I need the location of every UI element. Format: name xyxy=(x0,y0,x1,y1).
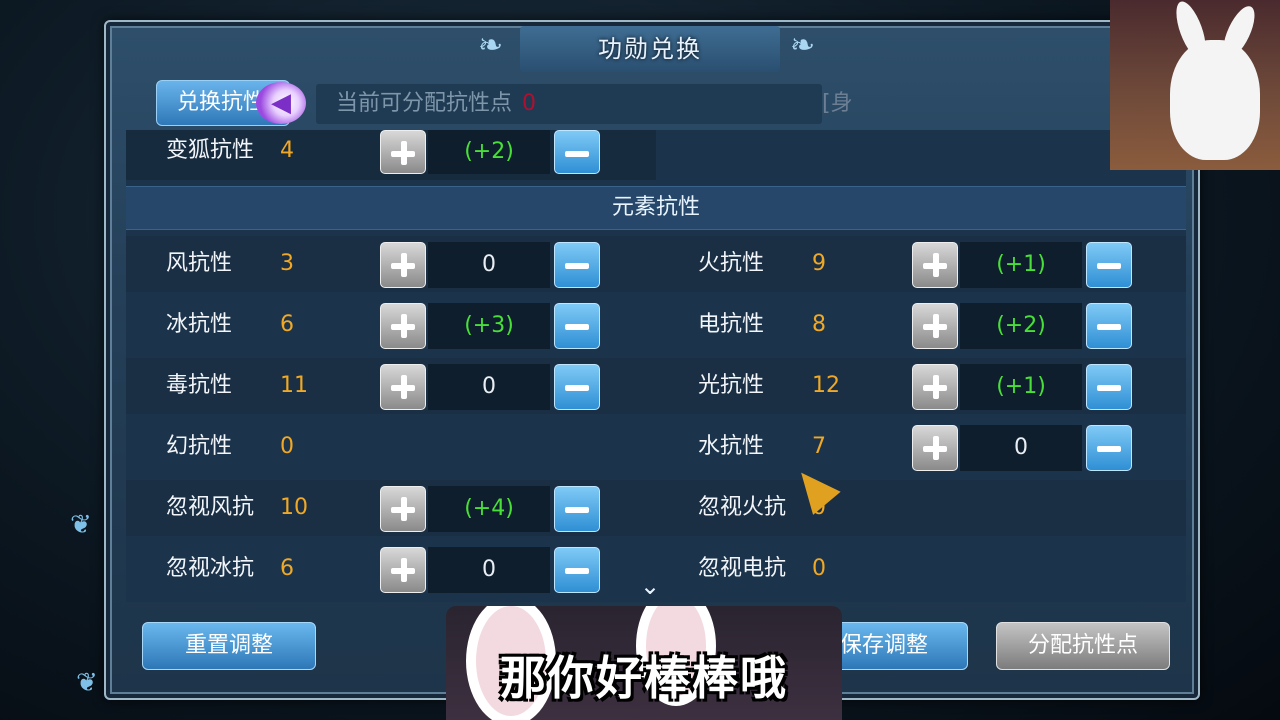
fox-resist-plus-button[interactable] xyxy=(380,130,426,174)
illusion-resist-value: 0 xyxy=(280,434,294,459)
light-resist-label: 光抗性 xyxy=(698,373,765,398)
available-points-bar: 当前可分配抗性点 0 xyxy=(316,84,822,124)
water-resist-value: 7 xyxy=(812,434,826,459)
chevron-down-icon[interactable]: ⌄ xyxy=(640,572,660,600)
ice-resist-plus-button[interactable] xyxy=(380,303,426,349)
ignore-ice-label: 忽视冰抗 xyxy=(166,556,255,581)
points-value: 0 xyxy=(522,91,537,116)
fire-resist-minus-button[interactable] xyxy=(1086,242,1132,288)
fire-resist-label: 火抗性 xyxy=(698,251,765,276)
subtitle-text: 那你好棒棒哦 xyxy=(500,651,788,705)
water-resist-minus-button[interactable] xyxy=(1086,425,1132,471)
water-resist-label: 水抗性 xyxy=(698,434,765,459)
wind-resist-minus-button[interactable] xyxy=(554,242,600,288)
ice-resist-value: 6 xyxy=(280,312,294,337)
light-resist-plus-button[interactable] xyxy=(912,364,958,410)
fire-resist-value: 9 xyxy=(812,251,826,276)
light-resist-minus-button[interactable] xyxy=(1086,364,1132,410)
fox-resist-value: 4 xyxy=(280,138,294,163)
ignore-wind-minus-button[interactable] xyxy=(554,486,600,532)
butterfly-icon: ❦ xyxy=(76,668,98,698)
reset-adjust-button[interactable]: 重置调整 xyxy=(142,622,316,670)
speaker-icon[interactable]: ◀ xyxy=(256,82,306,124)
water-resist-adjust: 0 xyxy=(960,425,1082,471)
window-title: 功勋兑换 xyxy=(520,26,780,72)
ignore-electric-value: 0 xyxy=(812,556,826,581)
subtitle-overlay: 那你好棒棒哦 xyxy=(446,606,842,720)
fox-resist-label: 变狐抗性 xyxy=(166,138,255,163)
poison-resist-minus-button[interactable] xyxy=(554,364,600,410)
butterfly-icon: ❦ xyxy=(70,510,92,540)
element-resistance-header: 元素抗性 xyxy=(126,186,1186,230)
fox-resist-adjust: (+2) xyxy=(428,130,550,174)
ice-resist-label: 冰抗性 xyxy=(166,312,233,337)
ignore-wind-value: 10 xyxy=(280,495,308,520)
illusion-resist-label: 幻抗性 xyxy=(166,434,233,459)
wind-resist-label: 风抗性 xyxy=(166,251,233,276)
title-ornament-right-icon: ❧ xyxy=(790,28,816,63)
electric-resist-value: 8 xyxy=(812,312,826,337)
ignore-ice-minus-button[interactable] xyxy=(554,547,600,593)
ignore-ice-plus-button[interactable] xyxy=(380,547,426,593)
ignore-wind-adjust: (+4) xyxy=(428,486,550,532)
ignore-wind-label: 忽视风抗 xyxy=(166,495,255,520)
title-ornament-left-icon: ❧ xyxy=(478,28,504,63)
wind-resist-value: 3 xyxy=(280,251,294,276)
electric-resist-plus-button[interactable] xyxy=(912,303,958,349)
bunny-figure xyxy=(1170,40,1260,160)
fire-resist-adjust: (+1) xyxy=(960,242,1082,288)
electric-resist-adjust: (+2) xyxy=(960,303,1082,349)
electric-resist-label: 电抗性 xyxy=(698,312,765,337)
webcam-overlay xyxy=(1110,0,1280,170)
ignore-wind-plus-button[interactable] xyxy=(380,486,426,532)
bracket-text: [身 xyxy=(822,91,853,116)
ignore-ice-value: 6 xyxy=(280,556,294,581)
ice-resist-adjust: (+3) xyxy=(428,303,550,349)
poison-resist-value: 11 xyxy=(280,373,308,398)
poison-resist-plus-button[interactable] xyxy=(380,364,426,410)
wind-resist-adjust: 0 xyxy=(428,242,550,288)
ignore-electric-label: 忽视电抗 xyxy=(698,556,787,581)
poison-resist-adjust: 0 xyxy=(428,364,550,410)
fox-resist-minus-button[interactable] xyxy=(554,130,600,174)
poison-resist-label: 毒抗性 xyxy=(166,373,233,398)
ice-resist-minus-button[interactable] xyxy=(554,303,600,349)
allocate-points-button[interactable]: 分配抗性点 xyxy=(996,622,1170,670)
electric-resist-minus-button[interactable] xyxy=(1086,303,1132,349)
water-resist-plus-button[interactable] xyxy=(912,425,958,471)
ignore-fire-label: 忽视火抗 xyxy=(698,495,787,520)
points-label: 当前可分配抗性点 xyxy=(336,91,513,116)
fire-resist-plus-button[interactable] xyxy=(912,242,958,288)
wind-resist-plus-button[interactable] xyxy=(380,242,426,288)
light-resist-value: 12 xyxy=(812,373,840,398)
light-resist-adjust: (+1) xyxy=(960,364,1082,410)
ignore-ice-adjust: 0 xyxy=(428,547,550,593)
